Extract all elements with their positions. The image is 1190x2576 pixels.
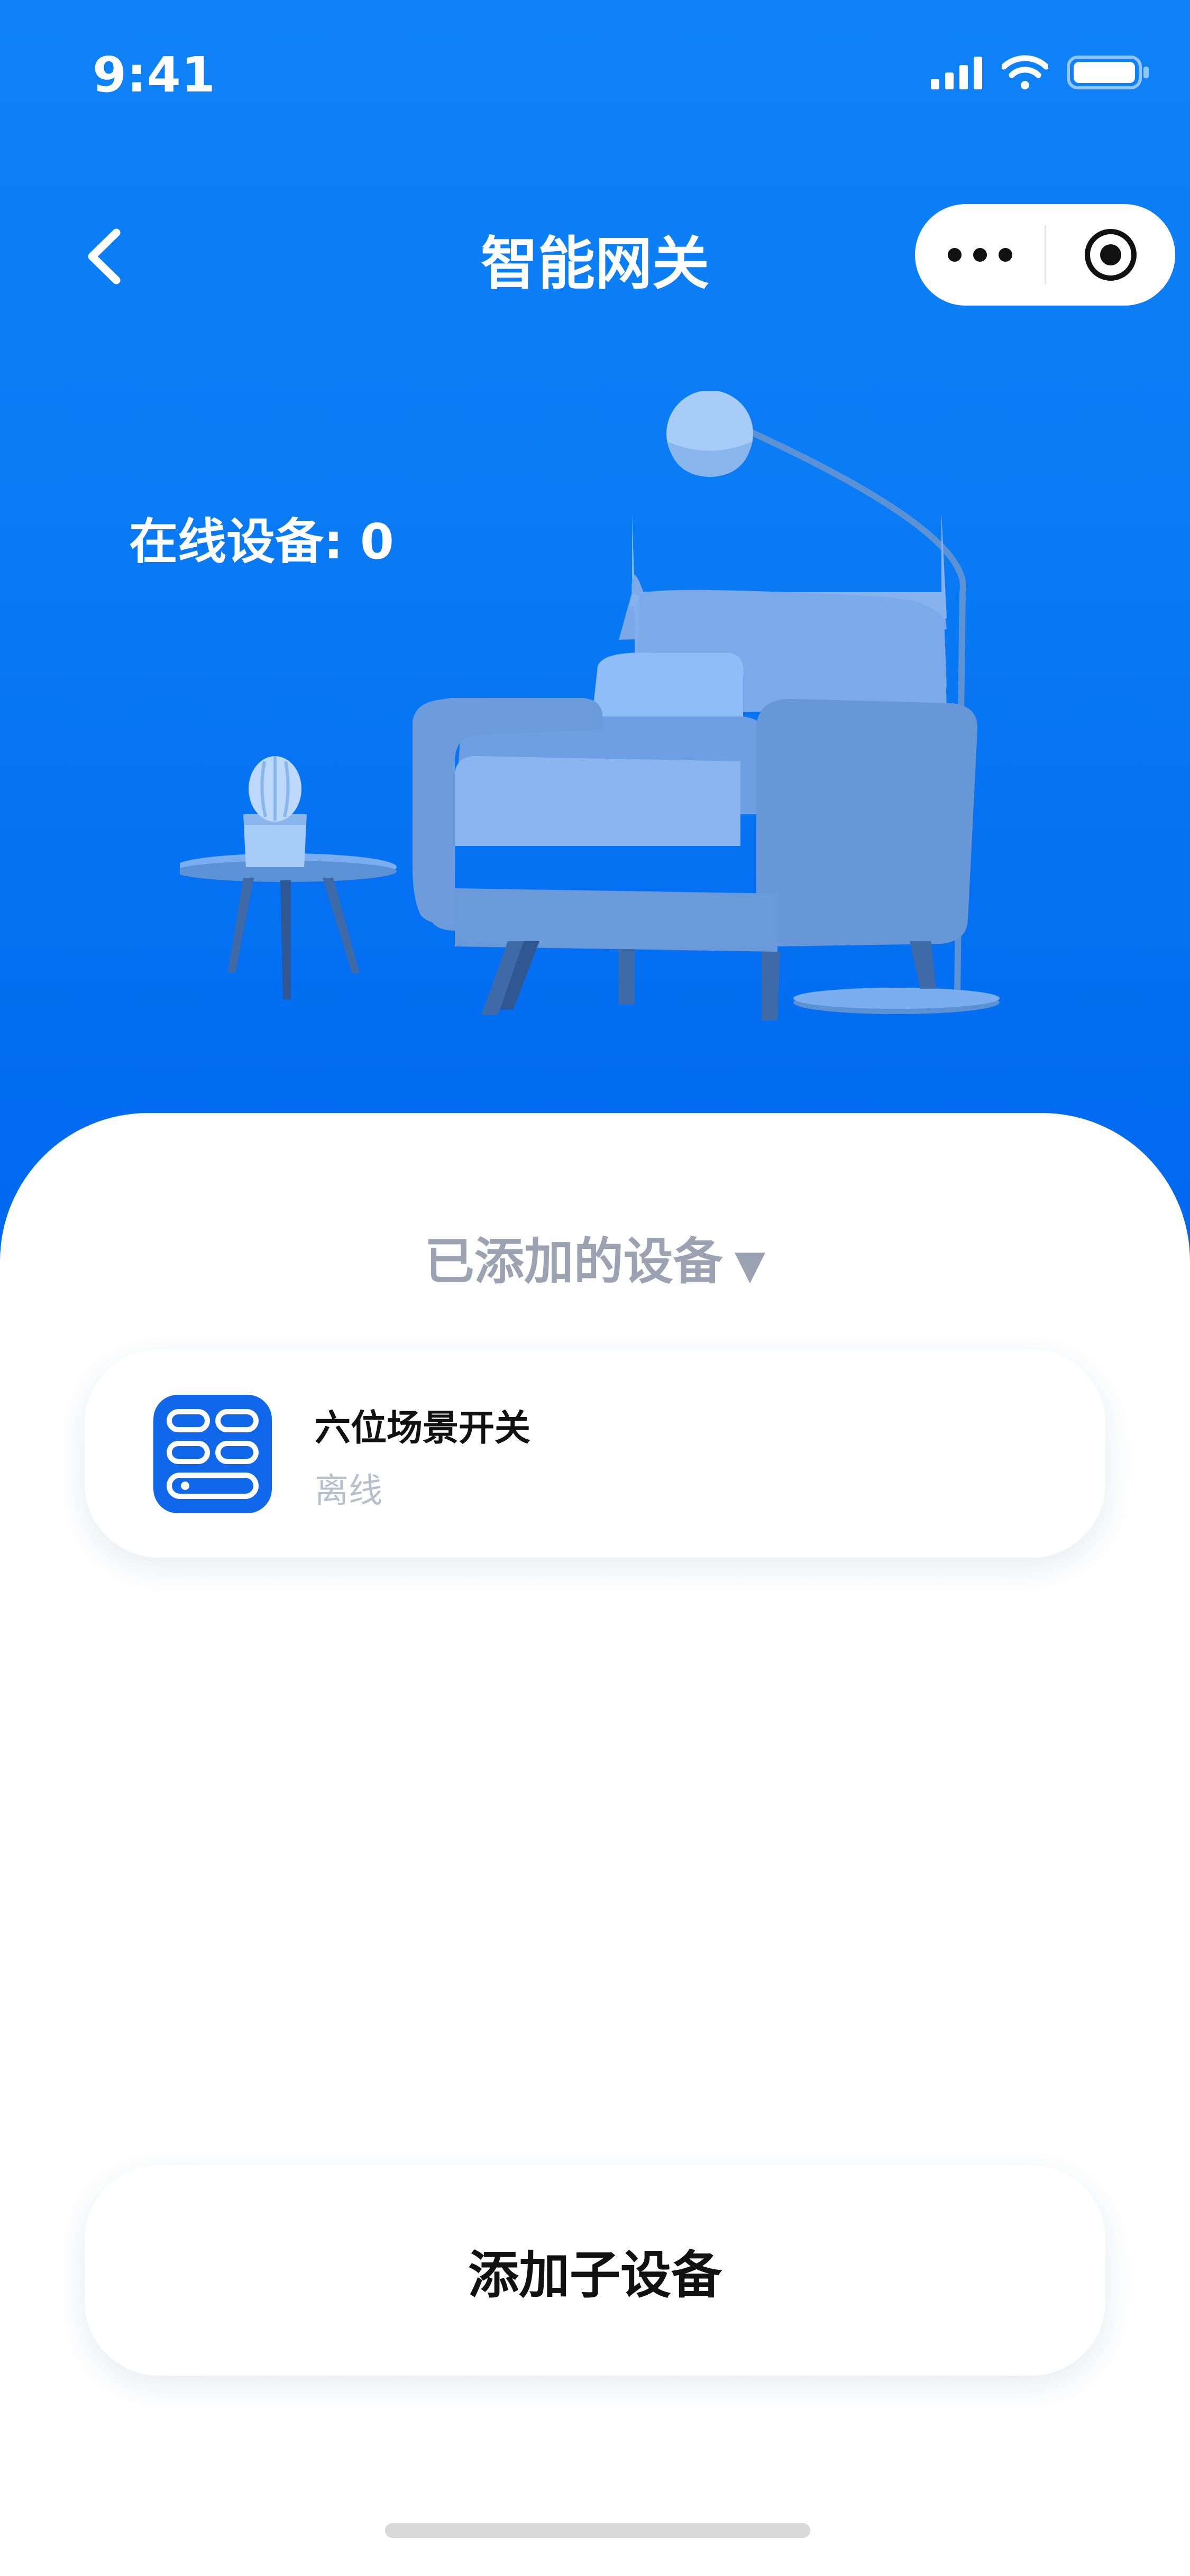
- devices-section-toggle[interactable]: 已添加的设备 ▼: [0, 1221, 1190, 1293]
- living-room-illustration: [180, 391, 1000, 1020]
- side-table-leg: [280, 880, 291, 999]
- side-table-leg: [227, 878, 254, 973]
- chair-leg: [910, 941, 936, 989]
- add-subdevice-button[interactable]: 添加子设备: [85, 2165, 1105, 2376]
- mini-program-capsule: [915, 204, 1175, 306]
- chair-leg: [762, 952, 780, 1020]
- chair-right-arm: [756, 698, 978, 946]
- close-button[interactable]: [1046, 204, 1175, 306]
- device-name: 六位场景开关: [315, 1407, 531, 1449]
- battery-icon: [1067, 56, 1149, 89]
- status-icons: [931, 54, 1151, 91]
- more-button[interactable]: [915, 204, 1045, 306]
- status-time: 9:41: [93, 47, 216, 103]
- wifi-icon: [1002, 55, 1048, 89]
- side-table-leg: [323, 878, 360, 973]
- chair-leg: [619, 949, 635, 1005]
- more-dots-icon: [947, 248, 1012, 262]
- home-indicator: [385, 2523, 810, 2538]
- signal-icon: [931, 57, 982, 89]
- device-status: 离线: [315, 1471, 382, 1511]
- target-icon: [1085, 229, 1137, 281]
- scene-switch-icon: [153, 1395, 272, 1513]
- section-label: 已添加的设备: [424, 1233, 723, 1291]
- dropdown-arrow-icon: ▼: [734, 1241, 766, 1288]
